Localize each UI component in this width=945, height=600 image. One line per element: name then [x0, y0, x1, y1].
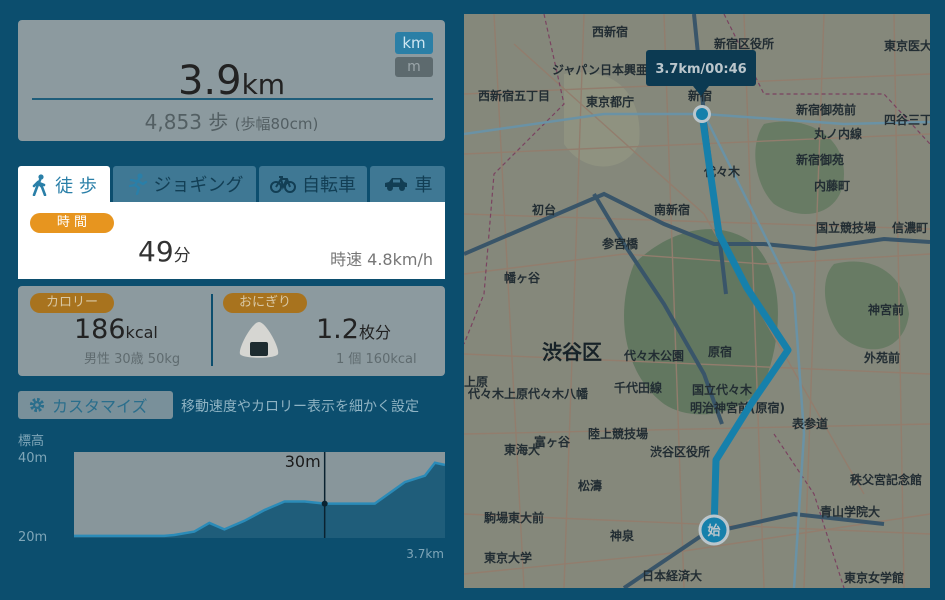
chart-cursor-label: 30m	[285, 452, 321, 471]
steps-note: (歩幅80cm)	[234, 115, 319, 133]
time-card: 時 間 49分 時速 4.8km/h	[18, 202, 445, 279]
car-icon	[384, 178, 407, 191]
tab-jogging-label: ジョギング	[153, 175, 244, 196]
tab-bicycle-label: 自転車	[302, 175, 356, 196]
card-divider	[211, 294, 213, 366]
calorie-condition: 男性 30歳 50kg	[84, 352, 181, 367]
tab-car[interactable]: 車	[370, 166, 445, 202]
gear-icon	[29, 397, 45, 413]
y-tick-label-20m: 20m	[18, 530, 47, 545]
calorie-unit: kcal	[125, 323, 158, 342]
tab-walk-label: 徒 歩	[55, 176, 97, 197]
tab-jogging[interactable]: ジョギング	[113, 166, 256, 202]
time-value: 49分	[138, 235, 191, 268]
onigiri-condition: 1 個 160kcal	[336, 352, 417, 367]
onigiri-icon	[239, 322, 279, 358]
x-end-label: 3.7km	[406, 547, 444, 560]
tab-bicycle[interactable]: 自転車	[259, 166, 367, 202]
customize-description: 移動速度やカロリー表示を細かく設定	[181, 399, 419, 415]
calorie-badge: カロリー	[30, 293, 114, 313]
onigiri-value: 1.2枚分	[316, 314, 391, 345]
calorie-card: カロリー 186kcal 男性 30歳 50kg おにぎり 1.2枚分 1 個 …	[18, 286, 445, 376]
distance-card: 3.9km km m 4,853 歩 (歩幅80cm)	[18, 20, 445, 141]
map-dim-overlay	[464, 14, 930, 588]
onigiri-unit: 枚分	[358, 323, 391, 342]
calorie-value: 186kcal	[74, 314, 158, 345]
speed-text: 時速 4.8km/h	[330, 250, 433, 269]
distance-divider	[32, 98, 433, 100]
unit-km-button[interactable]: km	[395, 32, 433, 54]
elevation-chart: 30m 40m 20m 3.7km	[18, 451, 445, 560]
customize-label: カスタマイズ	[52, 397, 148, 416]
customize-button[interactable]: カスタマイズ	[18, 391, 173, 419]
y-tick-label-40m: 40m	[18, 451, 47, 466]
time-unit: 分	[173, 246, 191, 266]
tab-car-label: 車	[414, 175, 433, 196]
tab-walk[interactable]: 徒 歩	[18, 166, 110, 204]
time-badge: 時 間	[30, 213, 114, 233]
run-icon	[128, 173, 147, 195]
transport-tabs: 徒 歩 ジョギング 自転車 車	[18, 166, 445, 204]
unit-m-button[interactable]: m	[395, 57, 433, 77]
walk-icon	[32, 174, 47, 196]
steps-text: 4,853 歩 (歩幅80cm)	[144, 110, 319, 134]
route-map[interactable]: 渋谷区 西新宿東京医大新宿区役所ジャパン日本興亜西新宿五丁目 東京都庁 新宿新宿御苑…	[464, 14, 930, 588]
onigiri-badge: おにぎり	[223, 293, 307, 313]
chart-cursor-dot	[321, 500, 328, 507]
bicycle-icon	[270, 176, 296, 193]
distance-unit: km	[241, 68, 286, 101]
